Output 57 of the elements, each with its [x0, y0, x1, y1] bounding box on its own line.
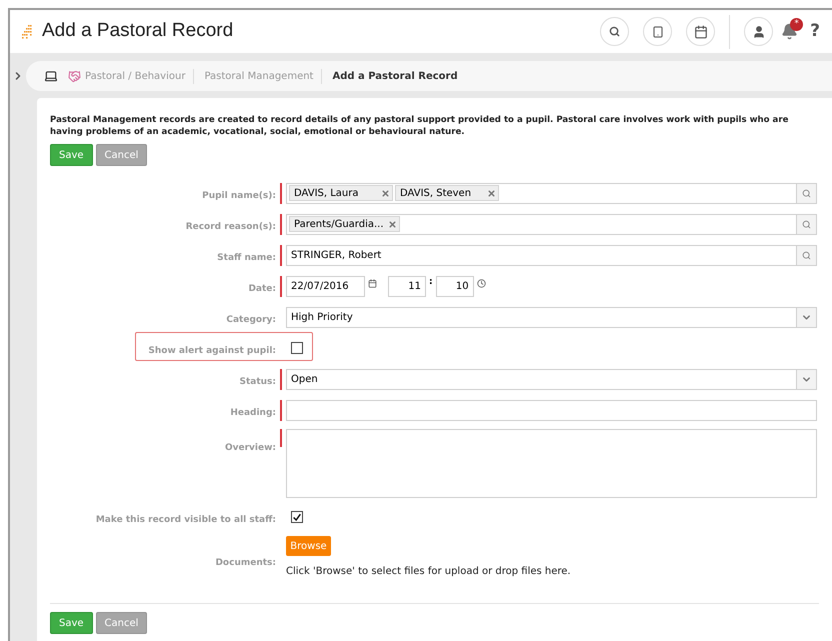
- field-label: Show alert against pupil:: [148, 346, 276, 356]
- laptop-icon[interactable]: [44, 69, 58, 83]
- search-icon: [802, 250, 811, 260]
- intro-text: Pastoral Management records are created to record details of any pastoral support provided to a pupil. Pastoral care involves work with pupils who are having problems of an academic, vocational, social, emotional or behavioural nature.: [50, 114, 790, 138]
- breadcrumb-current: Add a Pastoral Record: [332, 70, 458, 84]
- field-label: Make this record visible to all staff:: [96, 515, 276, 525]
- heading-field[interactable]: [286, 400, 817, 420]
- remove-icon: [381, 188, 390, 198]
- user-icon: [752, 24, 766, 38]
- select-field[interactable]: Open: [286, 368, 817, 390]
- date-field[interactable]: 22/07/2016: [286, 276, 365, 296]
- page-title: Add a Pastoral Record: [42, 19, 234, 44]
- calendar-icon: [694, 24, 708, 38]
- lookup-field[interactable]: STRINGER, Robert: [286, 244, 817, 266]
- field-label: Record reason(s):: [186, 222, 276, 232]
- hour-field[interactable]: 11: [388, 276, 426, 296]
- checkmark-icon: [292, 512, 302, 522]
- checkbox[interactable]: [291, 511, 303, 523]
- upload-hint: Click 'Browse' to select files for upload or drop files here.: [286, 565, 571, 579]
- clock-icon: [476, 278, 486, 288]
- tag-chip[interactable]: DAVIS, Steven: [395, 185, 499, 201]
- field-value: STRINGER, Robert: [290, 248, 382, 262]
- user-button[interactable]: [744, 17, 774, 46]
- tablet-button[interactable]: [643, 17, 672, 46]
- field-label: Documents:: [215, 558, 276, 568]
- notification-badge: *: [790, 18, 804, 31]
- remove-icon: [487, 188, 496, 198]
- overview-field[interactable]: [286, 429, 817, 498]
- field-label: Pupil name(s):: [202, 191, 276, 201]
- tag-input-field[interactable]: DAVIS, Laura DAVIS, Steven: [286, 182, 817, 204]
- field-label: Heading:: [230, 408, 276, 418]
- tag-input-field[interactable]: Parents/Guardia...: [286, 214, 817, 234]
- field-label: Date:: [248, 284, 276, 294]
- search-button[interactable]: [796, 214, 816, 234]
- search-icon: [802, 220, 811, 228]
- search-button[interactable]: [600, 17, 630, 46]
- help-link[interactable]: ?: [810, 18, 820, 44]
- logo-icon: [22, 24, 32, 38]
- field-label: Staff name:: [217, 253, 276, 263]
- search-icon: [802, 188, 811, 198]
- calendar-icon: [368, 278, 377, 288]
- field-label: Overview:: [224, 443, 276, 453]
- tag-chip[interactable]: DAVIS, Laura: [289, 185, 393, 201]
- search-button[interactable]: [796, 184, 816, 202]
- calendar-button[interactable]: [686, 17, 716, 46]
- field-label: Status:: [239, 377, 276, 387]
- tag-chip[interactable]: Parents/Guardia...: [289, 216, 400, 232]
- handshake-icon: [68, 70, 81, 82]
- select-field[interactable]: High Priority: [286, 306, 817, 328]
- checkbox[interactable]: [291, 342, 303, 354]
- minute-field[interactable]: 10: [436, 276, 474, 296]
- time-separator: :: [429, 276, 433, 288]
- search-icon: [609, 26, 620, 37]
- field-label: Category:: [226, 315, 276, 325]
- remove-icon: [388, 220, 397, 228]
- search-button[interactable]: [796, 246, 816, 264]
- tablet-icon: [652, 24, 664, 38]
